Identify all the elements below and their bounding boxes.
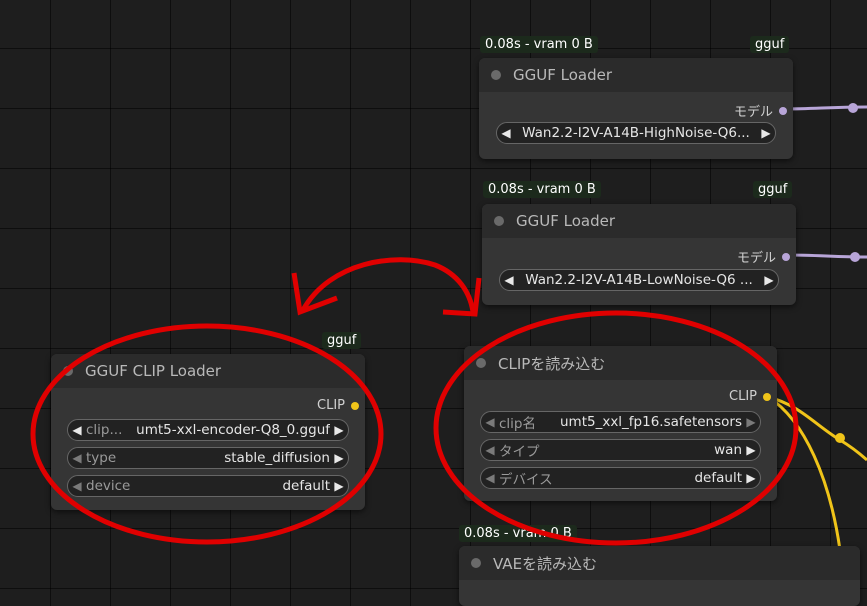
device-combo[interactable]: ◀ device default ▶: [67, 475, 349, 497]
node-header[interactable]: GGUF Loader: [479, 58, 793, 92]
widget-label: タイプ: [499, 444, 540, 460]
gguf-badge: gguf: [322, 332, 362, 349]
clip-loader-node[interactable]: CLIPを読み込む CLIP ◀ clip名 umt5_xxl_fp16.saf…: [464, 346, 777, 501]
right-arrow-icon[interactable]: ▶: [330, 479, 348, 493]
node-header[interactable]: VAEを読み込む: [459, 546, 860, 580]
output-label: モデル: [736, 251, 776, 266]
clip-name-combo[interactable]: ◀ clip名 umt5_xxl_fp16.safetensors ▶: [480, 411, 761, 433]
model-output[interactable]: モデル: [734, 101, 787, 120]
gguf-loader-node-highnoise[interactable]: GGUF Loader モデル ◀ Wan2.2-I2V-A14B-HighNo…: [479, 58, 793, 159]
widget-value: Wan2.2-I2V-A14B-LowNoise-Q6 ...: [525, 272, 753, 288]
left-arrow-icon[interactable]: ◀: [497, 126, 515, 140]
gguf-clip-loader-node[interactable]: GGUF CLIP Loader CLIP ◀ clip... umt5-xxl…: [51, 354, 365, 510]
left-arrow-icon[interactable]: ◀: [481, 471, 499, 485]
output-port-icon[interactable]: [763, 392, 771, 401]
left-arrow-icon[interactable]: ◀: [68, 423, 86, 437]
collapse-dot-icon[interactable]: [471, 558, 481, 568]
gguf-badge: gguf: [750, 36, 790, 53]
unet-name-combo[interactable]: ◀ Wan2.2-I2V-A14B-HighNoise-Q6... ▶: [496, 122, 776, 144]
right-arrow-icon[interactable]: ▶: [742, 443, 760, 457]
widget-label: type: [86, 450, 117, 466]
output-port-icon[interactable]: [782, 252, 790, 261]
clip-wire-1: [767, 395, 867, 462]
node-title: GGUF Loader: [513, 66, 613, 84]
node-title: VAEを読み込む: [493, 554, 598, 573]
output-label: CLIP: [317, 398, 345, 413]
widget-value: default: [282, 478, 330, 494]
widget-value: Wan2.2-I2V-A14B-HighNoise-Q6...: [522, 125, 750, 141]
collapse-dot-icon[interactable]: [476, 358, 486, 368]
widget-value: default: [694, 470, 742, 486]
widget-label: デバイス: [499, 472, 553, 488]
timing-badge: 0.08s - vram 0 B: [459, 525, 577, 542]
left-arrow-icon[interactable]: ◀: [68, 479, 86, 493]
annotation-arrowhead-right: [442, 277, 482, 317]
widget-value: umt5_xxl_fp16.safetensors: [559, 414, 742, 430]
collapse-dot-icon[interactable]: [63, 366, 73, 376]
clip-name-combo[interactable]: ◀ clip... umt5-xxl-encoder-Q8_0.gguf ▶: [67, 419, 349, 441]
clip-output[interactable]: CLIP: [729, 389, 771, 404]
vae-loader-node[interactable]: VAEを読み込む: [459, 546, 860, 606]
output-label: CLIP: [729, 389, 757, 404]
widget-label: clip名: [499, 416, 536, 432]
device-combo[interactable]: ◀ デバイス default ▶: [480, 467, 761, 489]
output-port-icon[interactable]: [351, 401, 359, 410]
right-arrow-icon[interactable]: ▶: [330, 423, 348, 437]
timing-badge: 0.08s - vram 0 B: [480, 36, 598, 53]
widget-value: umt5-xxl-encoder-Q8_0.gguf: [136, 422, 330, 438]
left-arrow-icon[interactable]: ◀: [68, 451, 86, 465]
right-arrow-icon[interactable]: ▶: [760, 273, 778, 287]
type-combo[interactable]: ◀ タイプ wan ▶: [480, 439, 761, 461]
right-arrow-icon[interactable]: ▶: [757, 126, 775, 140]
output-label: モデル: [733, 105, 773, 120]
collapse-dot-icon[interactable]: [491, 70, 501, 80]
node-header[interactable]: CLIPを読み込む: [464, 346, 777, 380]
model-wire-1: [782, 105, 867, 111]
node-header[interactable]: GGUF Loader: [482, 204, 796, 238]
node-title: CLIPを読み込む: [498, 354, 606, 373]
widget-value: wan: [714, 442, 742, 458]
timing-badge: 0.08s - vram 0 B: [483, 181, 601, 198]
output-port-icon[interactable]: [779, 106, 787, 115]
model-wire-1-reroute: [848, 103, 858, 113]
model-wire-2: [785, 253, 867, 259]
right-arrow-icon[interactable]: ▶: [742, 415, 760, 429]
left-arrow-icon[interactable]: ◀: [481, 415, 499, 429]
clip-output[interactable]: CLIP: [317, 398, 359, 413]
unet-name-combo[interactable]: ◀ Wan2.2-I2V-A14B-LowNoise-Q6 ... ▶: [499, 269, 779, 291]
collapse-dot-icon[interactable]: [494, 216, 504, 226]
clip-wire-reroute: [835, 433, 845, 443]
widget-value: stable_diffusion: [224, 450, 330, 466]
node-title: GGUF CLIP Loader: [85, 362, 222, 380]
left-arrow-icon[interactable]: ◀: [481, 443, 499, 457]
gguf-badge: gguf: [753, 181, 793, 198]
model-output[interactable]: モデル: [737, 247, 790, 266]
node-title: GGUF Loader: [516, 212, 616, 230]
type-combo[interactable]: ◀ type stable_diffusion ▶: [67, 447, 349, 469]
model-wire-2-reroute: [850, 252, 860, 262]
widget-label: clip...: [86, 422, 123, 438]
annotation-arrowhead-left: [291, 272, 338, 316]
right-arrow-icon[interactable]: ▶: [330, 451, 348, 465]
gguf-loader-node-lownoise[interactable]: GGUF Loader モデル ◀ Wan2.2-I2V-A14B-LowNoi…: [482, 204, 796, 305]
left-arrow-icon[interactable]: ◀: [500, 273, 518, 287]
right-arrow-icon[interactable]: ▶: [742, 471, 760, 485]
node-header[interactable]: GGUF CLIP Loader: [51, 354, 365, 388]
annotation-arc-arrow: [300, 257, 476, 313]
widget-label: device: [86, 478, 131, 494]
